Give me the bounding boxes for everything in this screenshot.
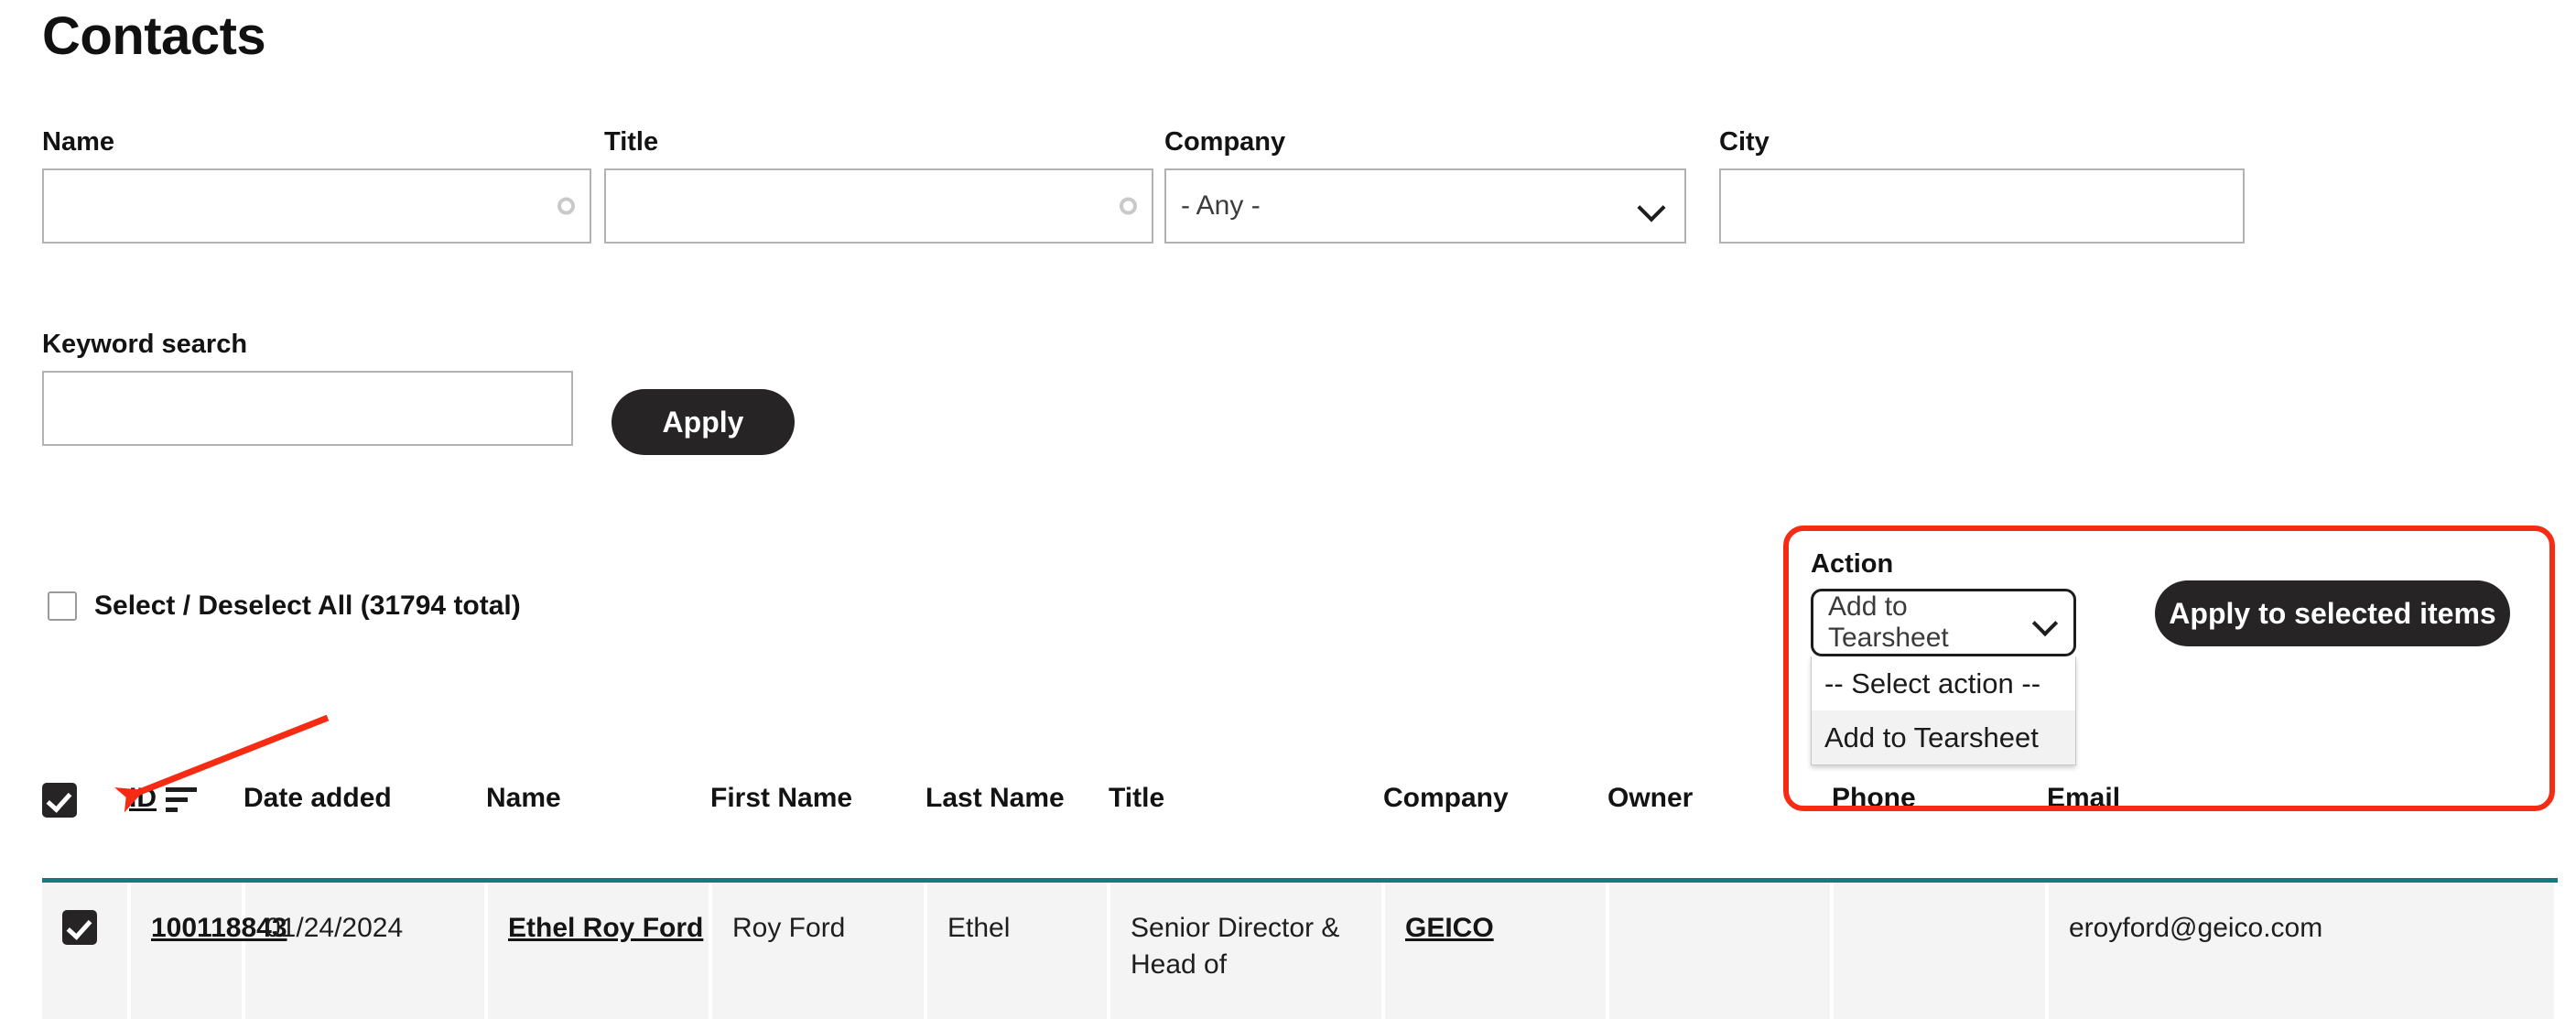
action-label: Action — [1811, 549, 2076, 580]
title-input-wrap — [604, 168, 1153, 244]
filter-label-city: City — [1719, 128, 2245, 157]
page-title: Contacts — [42, 7, 265, 66]
row-company-link[interactable]: GEICO — [1405, 913, 1494, 943]
row-select-checkbox[interactable] — [62, 910, 97, 945]
filter-label-company: Company — [1164, 128, 1686, 157]
header-email[interactable]: Email — [2047, 783, 2556, 881]
select-deselect-all-checkbox[interactable] — [48, 591, 77, 621]
header-owner[interactable]: Owner — [1607, 783, 1832, 881]
action-select-value: Add to Tearsheet — [1828, 591, 2033, 654]
filter-field-company: Company - Any - — [1164, 128, 1686, 244]
keyword-search-block: Keyword search — [42, 330, 573, 446]
header-company[interactable]: Company — [1383, 783, 1607, 881]
chevron-down-icon — [1639, 198, 1666, 214]
header-id[interactable]: ID — [129, 783, 244, 881]
header-date-added[interactable]: Date added — [244, 783, 486, 881]
filter-label-name: Name — [42, 128, 591, 157]
header-phone[interactable]: Phone — [1832, 783, 2047, 881]
header-first-name[interactable]: First Name — [710, 783, 925, 881]
filter-field-city: City — [1719, 128, 2245, 244]
row-owner-cell — [1607, 881, 1832, 1019]
action-option-select-action[interactable]: -- Select action -- — [1812, 656, 2075, 710]
sort-descending-icon[interactable] — [166, 783, 197, 818]
action-panel: Action Add to Tearsheet -- Select action… — [1811, 549, 2076, 765]
row-date-added-cell: 01/24/2024 — [244, 881, 486, 1019]
header-last-name[interactable]: Last Name — [925, 783, 1109, 881]
contacts-table: ID Date added Name First Name Last Name … — [42, 783, 2558, 1019]
header-select-all-cell[interactable] — [42, 783, 129, 881]
row-title-cell: Senior Director & Head of — [1109, 881, 1383, 1019]
company-select[interactable]: - Any - — [1164, 168, 1686, 244]
apply-button[interactable]: Apply — [612, 389, 795, 455]
header-title[interactable]: Title — [1109, 783, 1383, 881]
name-input[interactable] — [42, 168, 591, 244]
keyword-search-label: Keyword search — [42, 330, 573, 360]
city-input[interactable] — [1719, 168, 2245, 244]
row-email-cell: eroyford@geico.com — [2047, 881, 2556, 1019]
action-option-add-to-tearsheet[interactable]: Add to Tearsheet — [1812, 710, 2075, 764]
keyword-search-input[interactable] — [42, 371, 573, 446]
select-deselect-all-row[interactable]: Select / Deselect All (31794 total) — [48, 591, 521, 622]
filter-label-title: Title — [604, 128, 1153, 157]
contacts-table-head: ID Date added Name First Name Last Name … — [42, 783, 2556, 881]
select-deselect-all-label: Select / Deselect All (31794 total) — [94, 591, 521, 622]
header-id-label: ID — [129, 783, 157, 814]
filter-field-title: Title — [604, 128, 1153, 244]
table-select-all-checkbox[interactable] — [42, 783, 77, 818]
action-options-list[interactable]: -- Select action -- Add to Tearsheet — [1811, 656, 2076, 765]
row-name-cell: Ethel Roy Ford — [486, 881, 710, 1019]
row-first-name-cell: Roy Ford — [710, 881, 925, 1019]
contacts-table-body: 100118843 01/24/2024 Ethel Roy Ford Roy … — [42, 881, 2556, 1019]
action-select[interactable]: Add to Tearsheet — [1811, 589, 2076, 656]
company-select-value: - Any - — [1181, 190, 1261, 222]
chevron-down-icon — [2033, 614, 2061, 631]
title-input[interactable] — [604, 168, 1153, 244]
row-select-cell[interactable] — [42, 881, 129, 1019]
apply-to-selected-items-button[interactable]: Apply to selected items — [2155, 580, 2510, 646]
row-name-link[interactable]: Ethel Roy Ford — [508, 913, 703, 943]
header-name[interactable]: Name — [486, 783, 710, 881]
name-input-wrap — [42, 168, 591, 244]
row-id-cell: 100118843 — [129, 881, 244, 1019]
filter-bar: Name Title Company - Any - City — [0, 128, 2576, 275]
contacts-table-header-row: ID Date added Name First Name Last Name … — [42, 783, 2556, 881]
row-last-name-cell: Ethel — [925, 881, 1109, 1019]
row-phone-cell — [1832, 881, 2047, 1019]
filter-field-name: Name — [42, 128, 591, 244]
table-row: 100118843 01/24/2024 Ethel Roy Ford Roy … — [42, 881, 2556, 1019]
row-company-cell: GEICO — [1383, 881, 1607, 1019]
